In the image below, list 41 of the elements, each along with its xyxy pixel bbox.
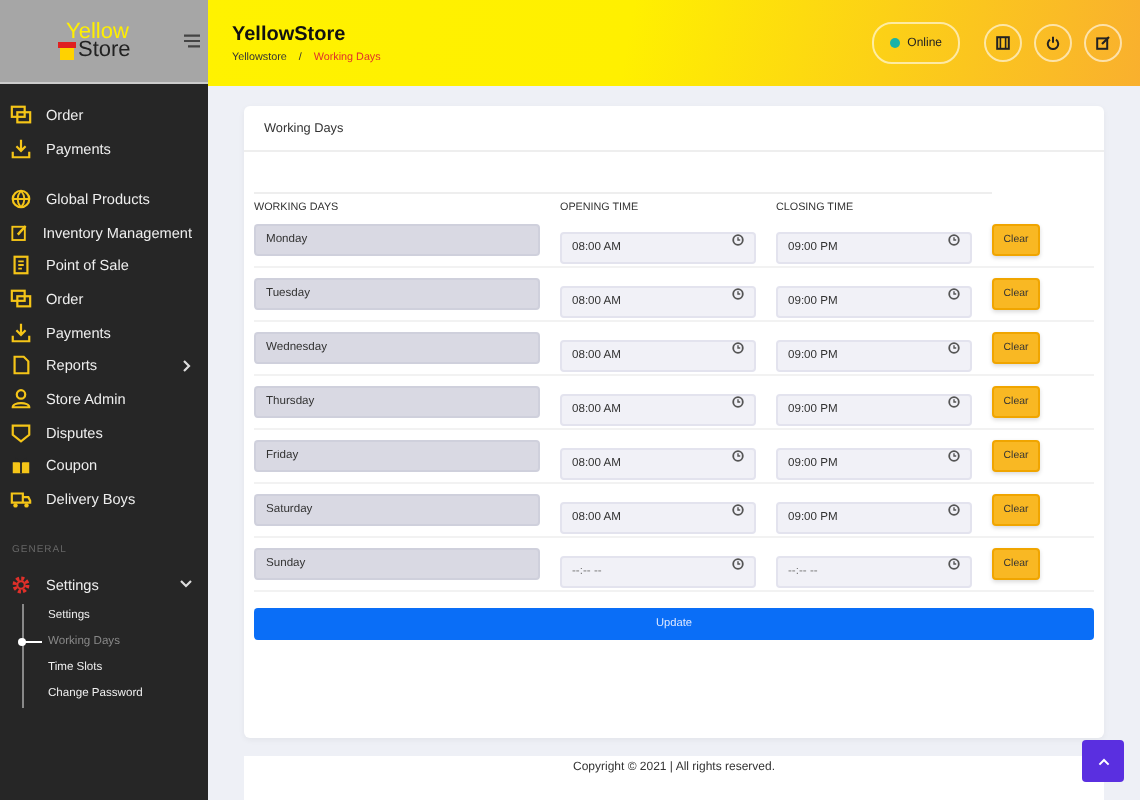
clock-icon — [732, 288, 744, 300]
chat-icon — [10, 103, 32, 126]
shop-icon — [58, 41, 76, 59]
edit-icon — [1096, 36, 1110, 50]
chevron-right-icon — [182, 359, 192, 372]
shield-icon — [10, 421, 32, 444]
clock-icon — [732, 396, 744, 408]
globe-icon — [10, 187, 32, 210]
clock-icon — [948, 288, 960, 300]
gear-icon — [10, 573, 32, 596]
clock-icon — [948, 504, 960, 516]
clock-icon — [732, 234, 744, 246]
scroll-top-button[interactable] — [1082, 740, 1124, 782]
logo: Yellow Store — [58, 23, 150, 59]
chat-icon — [10, 287, 32, 310]
chevron-up-icon — [1097, 757, 1109, 765]
menu-icon[interactable] — [184, 34, 200, 48]
download-icon — [10, 321, 32, 344]
edit-icon — [10, 221, 29, 244]
book-icon — [10, 254, 32, 277]
clock-icon — [948, 396, 960, 408]
clock-icon — [948, 450, 960, 462]
bullet-icon — [18, 638, 42, 647]
power-button[interactable] — [1034, 24, 1072, 62]
fullscreen-icon — [996, 36, 1010, 50]
edit-button[interactable] — [1084, 24, 1122, 62]
clock-icon — [948, 342, 960, 354]
download-icon — [10, 137, 32, 160]
clock-icon — [948, 234, 960, 246]
clock-icon — [732, 450, 744, 462]
chevron-down-icon — [180, 578, 192, 591]
clock-icon — [732, 342, 744, 354]
clock-icon — [948, 558, 960, 570]
page-title: YellowStore — [232, 23, 348, 45]
power-icon — [1046, 36, 1060, 50]
file-icon — [10, 354, 32, 377]
fullscreen-button[interactable] — [984, 24, 1022, 62]
user-icon — [10, 387, 32, 410]
truck-icon — [10, 488, 32, 511]
clock-icon — [732, 558, 744, 570]
clock-icon — [732, 504, 744, 516]
